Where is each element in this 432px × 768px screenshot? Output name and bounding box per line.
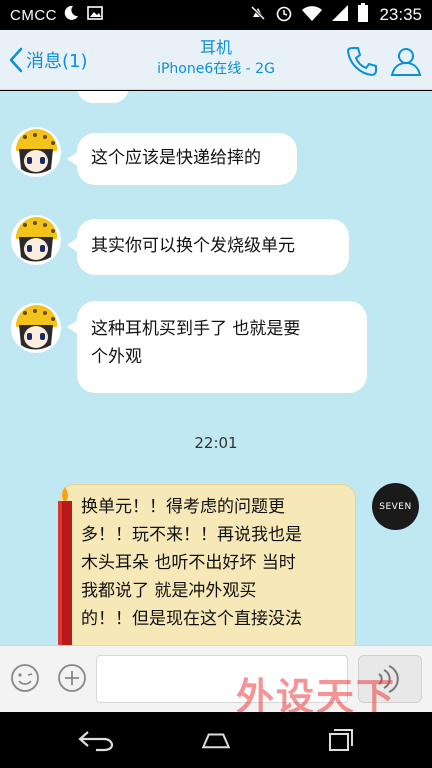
title-block: 耳机 iPhone6在线 - 2G (110, 38, 322, 80)
message-bubble[interactable]: 这个应该是快递给摔的 (67, 133, 297, 185)
message-timestamp: 22:01 (194, 434, 238, 452)
my-avatar-text: SEVEN (379, 501, 412, 512)
back-button[interactable]: 消息(1) (8, 42, 88, 78)
candle-decoration (58, 487, 72, 645)
back-label: 消息(1) (26, 51, 88, 72)
chevron-left-icon (9, 47, 23, 73)
my-message-bubble[interactable]: 换单元！！得考虑的问题更 多！！玩不来！！再说我也是 木头耳朵 也听不出好坏 当… (58, 484, 356, 645)
chat-header: 消息(1) 耳机 iPhone6在线 - 2G (0, 30, 432, 90)
my-message-line: 的！！但是现在这个直接没法 (81, 609, 302, 629)
home-nav-icon[interactable] (196, 724, 236, 756)
message-text-line: 这种耳机买到手了 也就是要 (91, 319, 301, 339)
wifi-icon (301, 4, 323, 26)
avatar[interactable] (11, 303, 61, 353)
message-text: 这个应该是快递给摔的 (91, 148, 261, 168)
message-text-line: 个外观 (91, 347, 142, 367)
carrier-label: CMCC (10, 6, 57, 24)
my-message-line: 我都说了 就是冲外观买 (81, 581, 257, 601)
message-bubble[interactable]: 其实你可以换个发烧级单元 (67, 219, 349, 275)
add-icon[interactable] (56, 662, 88, 694)
moon-icon (63, 5, 79, 25)
battery-icon (357, 3, 369, 27)
back-nav-icon[interactable] (76, 724, 116, 756)
alarm-icon (275, 4, 293, 26)
my-avatar[interactable]: SEVEN (372, 483, 419, 530)
avatar[interactable] (11, 215, 61, 265)
message-bubble-partial (77, 91, 129, 103)
mute-icon (249, 4, 267, 26)
signal-icon (331, 4, 349, 26)
image-icon (87, 5, 103, 25)
message-input[interactable] (96, 655, 348, 703)
avatar[interactable] (11, 127, 61, 177)
voice-button[interactable] (358, 655, 422, 703)
status-bar: CMCC 23:35 (0, 0, 432, 30)
message-text: 其实你可以换个发烧级单元 (91, 236, 295, 256)
input-bar (0, 645, 432, 712)
phone-icon[interactable] (345, 44, 379, 78)
message-bubble[interactable]: 这种耳机买到手了 也就是要 个外观 (67, 301, 367, 393)
chat-area[interactable]: 这个应该是快递给摔的 其实你可以换个发烧级单元 这种耳机买到手了 也就是要 个外… (0, 91, 432, 645)
contact-icon[interactable] (389, 44, 423, 78)
clock: 23:35 (379, 5, 422, 24)
my-message-line: 多！！玩不来！！再说我也是 (81, 525, 302, 545)
recents-nav-icon[interactable] (320, 724, 360, 756)
voice-icon (378, 665, 399, 693)
page-subtitle: iPhone6在线 - 2G (157, 61, 275, 77)
my-message-line: 木头耳朵 也听不出好坏 当时 (81, 553, 296, 573)
page-title: 耳机 (199, 38, 232, 57)
my-message-line: 换单元！！得考虑的问题更 (81, 497, 285, 517)
navigation-bar (0, 712, 432, 768)
my-message-text: 换单元！！得考虑的问题更 多！！玩不来！！再说我也是 木头耳朵 也听不出好坏 当… (81, 493, 351, 633)
emoji-icon[interactable] (9, 662, 41, 694)
